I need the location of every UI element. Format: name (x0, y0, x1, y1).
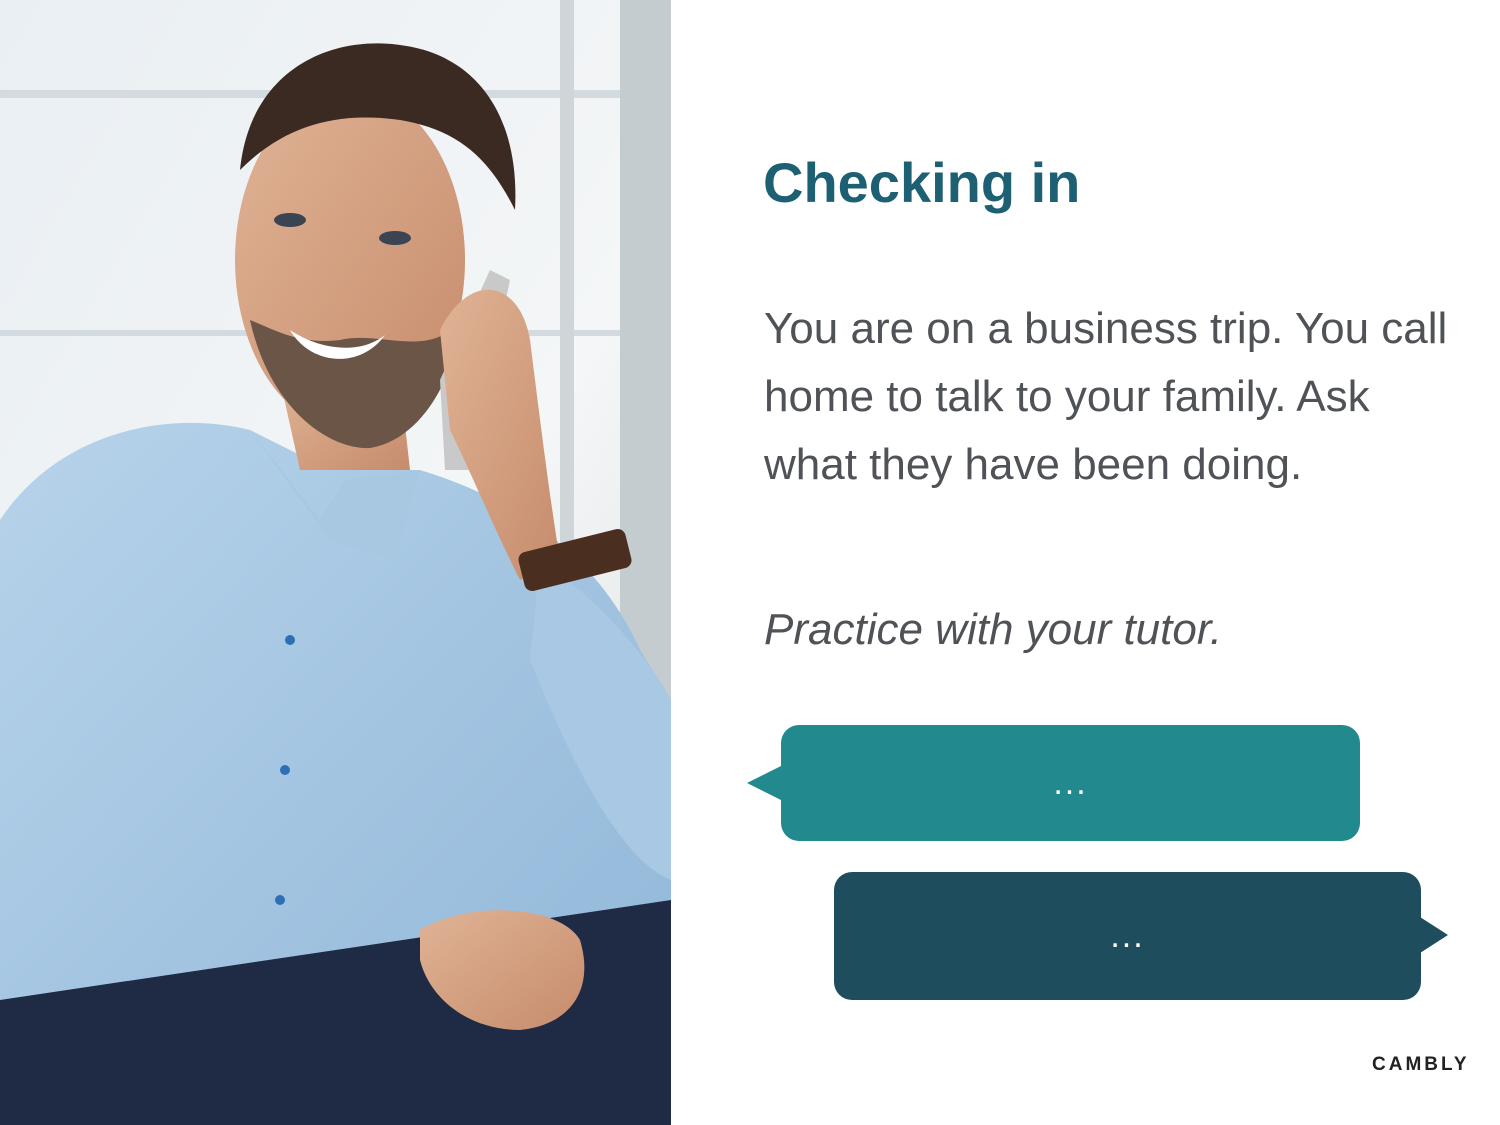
speech-bubble-tail-left (747, 765, 783, 801)
man-on-phone-photo (0, 0, 671, 1125)
cambly-logo: CAMBLY (1372, 1054, 1470, 1075)
speech-bubble-text: ... (1053, 763, 1088, 802)
slide-title: Checking in (763, 151, 1081, 214)
scenario-text: You are on a business trip. You call hom… (764, 304, 1448, 489)
speech-bubble-tutor: ... (781, 725, 1360, 841)
speech-bubble-text: ... (1110, 916, 1145, 955)
speech-bubble-tail-right (1420, 917, 1448, 953)
slide: Checking in You are on a business trip. … (0, 0, 1500, 1125)
speech-bubble-student: ... (834, 872, 1421, 1000)
practice-instruction: Practice with your tutor. (764, 605, 1223, 654)
